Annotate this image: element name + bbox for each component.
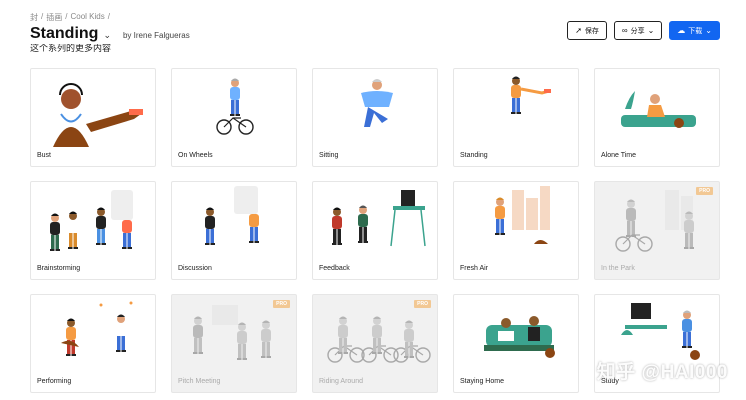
title-row: Standing ⌄ by Irene Falgueras: [30, 25, 190, 43]
pro-badge: PRO: [273, 300, 290, 308]
card-label: Riding Around: [319, 378, 363, 385]
share-label: 分享: [630, 27, 645, 35]
card-label: Discussion: [178, 265, 212, 272]
share-button[interactable]: ∞ 分享 ⌄: [613, 21, 663, 40]
illustration-image: [332, 190, 426, 247]
illustration-card[interactable]: PRO Riding Around: [312, 294, 438, 393]
watermark: 知乎 @HAI000: [596, 362, 728, 383]
illustration-image: [495, 186, 550, 244]
illustration-image: [511, 76, 551, 114]
illustration-grid: Bust On Wheels Sitting Standing Alone Ti…: [30, 68, 720, 393]
breadcrumb-separator: /: [65, 12, 68, 21]
download-button[interactable]: ☁ 下载 ⌄: [669, 21, 720, 40]
illustration-card[interactable]: Standing: [453, 68, 579, 167]
illustration-card[interactable]: Discussion: [171, 181, 297, 280]
card-label: Feedback: [319, 265, 350, 272]
illustration-card[interactable]: Feedback: [312, 181, 438, 280]
card-label: In the Park: [601, 265, 635, 272]
card-label: Sitting: [319, 152, 339, 159]
pro-badge: PRO: [696, 187, 713, 195]
illustration-card[interactable]: Staying Home: [453, 294, 579, 393]
breadcrumb-illustrations[interactable]: 插画: [46, 12, 62, 23]
page-title[interactable]: Standing: [30, 25, 98, 43]
save-button[interactable]: ➚ 保存: [567, 21, 607, 40]
card-label: Performing: [37, 378, 72, 385]
card-label: Bust: [37, 152, 52, 159]
illustration-image: [621, 91, 696, 128]
illustration-card[interactable]: Bust: [30, 68, 156, 167]
illustration-card[interactable]: Alone Time: [594, 68, 720, 167]
illustration-card[interactable]: Brainstorming: [30, 181, 156, 280]
download-label: 下载: [688, 27, 703, 35]
illustration-card[interactable]: Fresh Air: [453, 181, 579, 280]
card-label: Fresh Air: [460, 265, 489, 272]
illustration-image: [205, 186, 259, 245]
breadcrumb-separator: /: [41, 12, 44, 21]
illustration-card[interactable]: Sitting: [312, 68, 438, 167]
card-label: Staying Home: [460, 378, 504, 385]
breadcrumb-home[interactable]: 封: [30, 12, 38, 23]
save-label: 保存: [584, 27, 599, 35]
illustration-image: [53, 83, 143, 147]
chevron-down-icon: ⌄: [705, 25, 712, 35]
illustration-card[interactable]: Performing: [30, 294, 156, 393]
chevron-down-icon: ⌄: [647, 25, 655, 35]
breadcrumb-cool-kids[interactable]: Cool Kids: [70, 12, 104, 23]
illustration-image: [216, 78, 254, 135]
card-label: Alone Time: [601, 152, 637, 159]
illustration-card[interactable]: On Wheels: [171, 68, 297, 167]
action-bar: ➚ 保存 ∞ 分享 ⌄ ☁ 下载 ⌄: [567, 21, 720, 40]
cloud-download-icon: ☁: [677, 25, 686, 35]
illustration-card[interactable]: PRO In the Park: [594, 181, 720, 280]
breadcrumb: 封 / 插画 / Cool Kids /: [30, 12, 110, 23]
illustration-card[interactable]: PRO Pitch Meeting: [171, 294, 297, 393]
card-label: Pitch Meeting: [178, 378, 221, 385]
section-subtitle: 这个系列的更多内容: [30, 44, 112, 53]
illustration-image: [61, 301, 133, 356]
breadcrumb-separator: /: [107, 12, 110, 21]
illustration-image: [50, 190, 133, 251]
pro-badge: PRO: [414, 300, 431, 308]
pin-icon: ➚: [575, 25, 582, 35]
card-label: Brainstorming: [37, 265, 81, 272]
author-credit[interactable]: by Irene Falgueras: [123, 31, 190, 40]
card-label: On Wheels: [178, 152, 213, 159]
illustration-image: [484, 316, 555, 358]
chevron-down-icon[interactable]: ⌄: [103, 30, 111, 41]
illustration-image: [361, 79, 393, 127]
link-icon: ∞: [621, 25, 628, 35]
card-label: Standing: [460, 152, 488, 159]
